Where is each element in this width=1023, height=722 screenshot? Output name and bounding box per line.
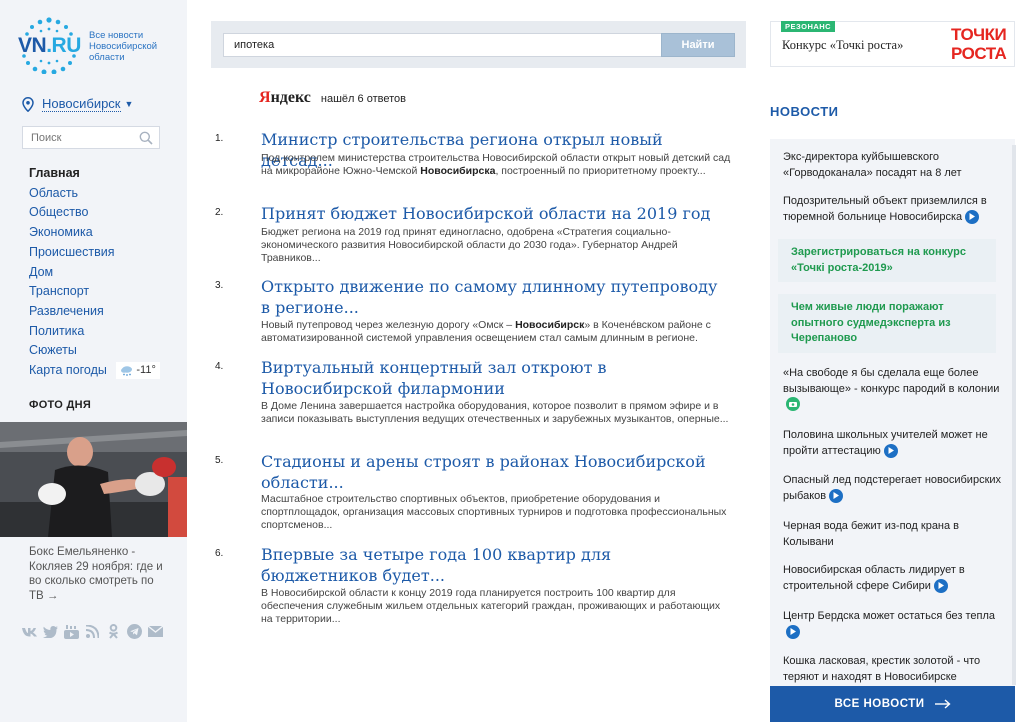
arrow-right-icon [934,699,951,709]
arrow-right-icon: → [46,589,59,602]
mail-icon[interactable] [148,624,163,639]
news-item[interactable]: «На свободе я бы сделала еще более вызыв… [783,366,1005,413]
city-selector[interactable]: Новосибирск ▼ [22,96,133,112]
promo-text: Конкурс «Точкi роста» [782,38,904,52]
news-promo-item[interactable]: Зарегистрироваться на конкурс «Точкі рос… [778,239,996,282]
sidebar: VN.RU Все новости Новосибирской области … [0,0,187,722]
result-number: 4. [215,361,224,372]
result-snippet: Под контролем министерства строительства… [261,152,731,177]
youtube-icon[interactable] [64,624,79,639]
news-item[interactable]: Опасный лед подстерегает новосибирских р… [783,473,1005,504]
news-item[interactable]: Половина школьных учителей может не прой… [783,428,1005,459]
nav-item-politics[interactable]: Политика [29,322,160,342]
nav-item-economy[interactable]: Экономика [29,223,160,243]
result-snippet: Масштабное строительство спортивных объе… [261,493,727,531]
result-snippet: Новый путепровод через железную дорогу «… [261,319,711,344]
search-bar: Найти [211,21,746,68]
result-number: 1. [215,133,224,144]
caret-down-icon: ▼ [124,99,134,109]
search-query-input[interactable] [223,33,673,57]
result-title-link[interactable]: Принят бюджет Новосибирской области на 2… [261,203,731,224]
nav-item-weather-label: Карта погоды [29,363,107,378]
main-nav: Главная Область Общество Экономика Проис… [29,164,160,381]
results-count: нашёл 6 ответов [320,93,406,105]
city-name: Новосибирск [42,96,121,112]
result-number: 2. [215,207,224,218]
news-heading: НОВОСТИ [770,104,839,119]
weather-badge[interactable]: -11° [116,362,160,380]
search-submit-button[interactable]: Найти [661,33,735,57]
photo-of-day-image[interactable] [0,422,187,537]
news-item[interactable]: Кошка ласковая, крестик золотой - что те… [783,654,1005,685]
nav-item-home-living[interactable]: Дом [29,263,160,283]
rss-icon[interactable] [85,624,100,639]
search-summary: Яндекс нашёл 6 ответов [259,89,406,107]
result-snippet: В Новосибирской области к концу 2019 год… [261,587,721,625]
logo-tagline: Все новости Новосибирской области [89,30,158,63]
yandex-logo: Яндекс [259,89,311,106]
news-promo-item[interactable]: Чем живые люди поражают опытного судмедэ… [778,294,996,353]
result-number: 5. [215,455,224,466]
result-number: 3. [215,280,224,291]
weather-snow-icon [121,366,133,377]
result-snippet: Бюджет региона на 2019 год принят единог… [261,226,678,264]
logo-wordmark: VN.RU [18,34,81,57]
news-item[interactable]: Черная вода бежит из-под крана в Колыван… [783,519,1005,550]
promo-banner[interactable]: РЕЗОНАНС Конкурс «Точкi роста» ТОЧКИ РОС… [770,21,1015,67]
nav-item-incidents[interactable]: Происшествия [29,243,160,263]
result-snippet: В Доме Ленина завершается настройка обор… [261,400,729,425]
nav-item-stories[interactable]: Сюжеты [29,341,160,361]
video-play-icon [786,624,800,639]
video-play-icon [883,443,898,458]
news-scrollbar[interactable] [1012,145,1016,685]
photo-of-day-caption[interactable]: Бокс Емельяненко - Кокляев 29 ноября: гд… [29,545,169,603]
result-title-link[interactable]: Впервые за четыре года 100 квартир для б… [261,544,731,586]
result-title-link[interactable]: Открыто движение по самому длинному путе… [261,276,731,318]
nav-item-weather-map[interactable]: Карта погоды -11° [29,361,160,381]
video-play-icon [829,488,844,503]
all-news-button[interactable]: ВСЕ НОВОСТИ [770,686,1015,722]
sidebar-search [22,126,160,149]
photo-gallery-icon [786,397,800,412]
promo-logo: ТОЧКИ РОСТА [951,25,1007,63]
odnoklassniki-icon[interactable] [106,624,121,639]
nav-item-region[interactable]: Область [29,184,160,204]
result-title-link[interactable]: Виртуальный концертный зал откроют в Нов… [261,357,731,399]
boxing-photo-icon [0,422,187,537]
location-pin-icon [22,96,34,112]
nav-item-home[interactable]: Главная [29,164,160,184]
site-logo[interactable]: VN.RU Все новости Новосибирской области [18,16,178,76]
news-item[interactable]: Экс-директора куйбышевского «Горводокана… [783,150,1005,181]
video-play-icon [933,578,948,593]
telegram-icon[interactable] [127,624,142,639]
promo-badge: РЕЗОНАНС [781,21,836,32]
sidebar-search-input[interactable] [23,127,133,148]
news-item[interactable]: Подозрительный объект приземлился в тюре… [783,194,1005,225]
social-links [22,624,163,639]
news-item[interactable]: Центр Бердска может остаться без тепла [783,609,1005,640]
twitter-icon[interactable] [43,624,58,639]
nav-item-transport[interactable]: Транспорт [29,282,160,302]
vk-icon[interactable] [22,624,37,639]
nav-item-entertainment[interactable]: Развлечения [29,302,160,322]
news-feed: Экс-директора куйбышевского «Горводокана… [770,139,1015,689]
photo-of-day-title: ФОТО ДНЯ [29,399,92,411]
result-title-link[interactable]: Стадионы и арены строят в районах Новоси… [261,451,731,493]
search-icon[interactable] [139,131,153,145]
nav-item-society[interactable]: Общество [29,203,160,223]
result-number: 6. [215,548,224,559]
video-play-icon [965,209,980,224]
news-item[interactable]: Новосибирская область лидирует в строите… [783,563,1005,594]
weather-temp: -11° [136,363,156,376]
